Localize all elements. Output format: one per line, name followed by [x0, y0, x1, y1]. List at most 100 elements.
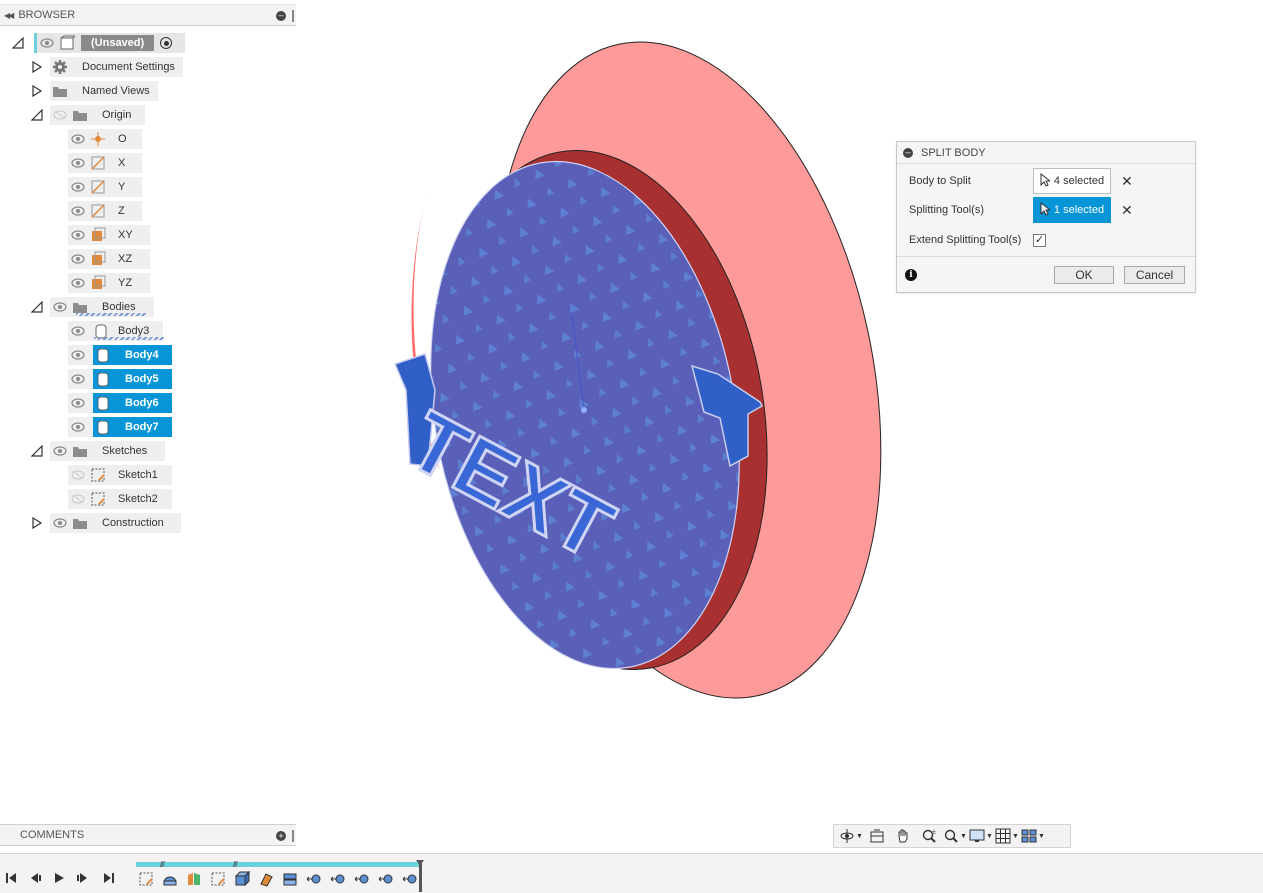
body-to-split-selector[interactable]: 4 selected — [1033, 168, 1111, 194]
eye-icon[interactable] — [37, 33, 57, 53]
tree-item-label: X — [118, 157, 126, 169]
move-feature-icon[interactable] — [401, 870, 419, 888]
tree-item-bodies[interactable]: Bodies — [50, 297, 154, 317]
eye-icon[interactable] — [50, 513, 70, 533]
eye-hidden-icon[interactable] — [68, 465, 88, 485]
panel-grip-icon[interactable] — [292, 830, 294, 842]
model-viewport[interactable]: TEXT — [300, 30, 900, 720]
look-at-icon[interactable] — [864, 826, 890, 846]
step-forward-icon[interactable] — [75, 870, 91, 886]
collapse-triangle-icon[interactable] — [31, 301, 43, 313]
tree-item-body4[interactable]: Body4 — [68, 345, 172, 365]
tree-item-origin-point[interactable]: O — [68, 129, 142, 149]
selection-highlight: Body7 — [93, 417, 172, 437]
root-label: (Unsaved) — [81, 35, 155, 51]
eye-icon[interactable] — [68, 369, 88, 389]
go-to-start-icon[interactable] — [3, 870, 19, 886]
axis-icon — [88, 153, 108, 173]
sketch-feature-icon[interactable] — [209, 870, 227, 888]
eye-icon[interactable] — [68, 345, 88, 365]
viewports-icon[interactable]: ▼ — [1020, 826, 1046, 846]
eye-icon[interactable] — [68, 273, 88, 293]
shell-feature-icon[interactable] — [281, 870, 299, 888]
move-feature-icon[interactable] — [305, 870, 323, 888]
collapse-triangle-icon[interactable] — [12, 37, 24, 49]
tree-item-document-settings[interactable]: Document Settings — [50, 57, 183, 77]
sketch-feature-icon[interactable] — [137, 870, 155, 888]
tree-item-label: YZ — [118, 277, 133, 289]
collapse-triangle-icon[interactable] — [31, 109, 43, 121]
zoom-window-icon[interactable]: ▼ — [942, 826, 968, 846]
tree-item-plane-yz[interactable]: YZ — [68, 273, 150, 293]
tree-item-plane-xz[interactable]: XZ — [68, 249, 150, 269]
cancel-button[interactable]: Cancel — [1124, 266, 1185, 284]
tree-item-body6[interactable]: Body6 — [68, 393, 172, 413]
collapse-triangle-icon[interactable] — [31, 445, 43, 457]
eye-icon[interactable] — [68, 417, 88, 437]
origin-point-icon — [88, 129, 108, 149]
panel-grip-icon[interactable] — [292, 10, 294, 22]
info-icon[interactable]: i — [905, 269, 917, 281]
tree-item-axis-x[interactable]: X — [68, 153, 142, 173]
eye-icon[interactable] — [68, 321, 88, 341]
tree-item-body5[interactable]: Body5 — [68, 369, 172, 389]
extend-checkbox[interactable]: ✓ — [1033, 233, 1046, 247]
expand-triangle-icon[interactable] — [31, 85, 43, 97]
model-canvas[interactable]: TEXT — [300, 30, 900, 720]
move-feature-icon[interactable] — [329, 870, 347, 888]
timeline-marker[interactable] — [416, 860, 424, 892]
eye-icon[interactable] — [68, 153, 88, 173]
tree-item-named-views[interactable]: Named Views — [50, 81, 158, 101]
collapse-panel-icon[interactable]: ◀◀ — [4, 11, 14, 20]
tree-root-unsaved[interactable]: (Unsaved) — [34, 33, 185, 53]
tree-item-sketches[interactable]: Sketches — [50, 441, 165, 461]
activate-radio-icon[interactable] — [160, 37, 173, 49]
clear-selection-icon[interactable]: ✕ — [1121, 173, 1133, 190]
expand-triangle-icon[interactable] — [31, 517, 43, 529]
split-body-feature-icon[interactable] — [257, 870, 275, 888]
move-feature-icon[interactable] — [377, 870, 395, 888]
timeline-track[interactable] — [136, 862, 419, 867]
clear-selection-icon[interactable]: ✕ — [1121, 202, 1133, 219]
revolve-feature-icon[interactable] — [161, 870, 179, 888]
ok-button[interactable]: OK — [1054, 266, 1114, 284]
expand-triangle-icon[interactable] — [31, 61, 43, 73]
orbit-icon[interactable]: ▼ — [838, 826, 864, 846]
eye-icon[interactable] — [68, 177, 88, 197]
eye-hidden-icon[interactable] — [68, 489, 88, 509]
eye-icon[interactable] — [68, 225, 88, 245]
tree-item-axis-y[interactable]: Y — [68, 177, 142, 197]
play-icon[interactable] — [51, 870, 67, 886]
tree-item-plane-xy[interactable]: XY — [68, 225, 150, 245]
grid-settings-icon[interactable]: ▼ — [994, 826, 1020, 846]
minimize-icon[interactable]: – — [276, 11, 286, 21]
display-settings-icon[interactable]: ▼ — [968, 826, 994, 846]
split-feature-icon[interactable] — [185, 870, 203, 888]
splitting-tool-selector[interactable]: 1 selected — [1033, 197, 1111, 223]
tree-item-construction[interactable]: Construction — [50, 513, 181, 533]
step-back-icon[interactable] — [27, 870, 43, 886]
tree-item-label: Body5 — [125, 373, 159, 385]
tree-item-body7[interactable]: Body7 — [68, 417, 172, 437]
add-comment-icon[interactable]: + — [276, 831, 286, 841]
tree-item-origin[interactable]: Origin — [50, 105, 145, 125]
eye-icon[interactable] — [68, 201, 88, 221]
hatch-indicator — [94, 337, 164, 340]
tree-item-sketch1[interactable]: Sketch1 — [68, 465, 172, 485]
minimize-icon[interactable]: – — [903, 147, 913, 158]
tree-item-sketch2[interactable]: Sketch2 — [68, 489, 172, 509]
tree-item-axis-z[interactable]: Z — [68, 201, 142, 221]
comments-panel[interactable]: COMMENTS + — [0, 824, 296, 846]
eye-icon[interactable] — [50, 297, 70, 317]
tree-item-body3[interactable]: Body3 — [68, 321, 164, 341]
eye-icon[interactable] — [68, 393, 88, 413]
go-to-end-icon[interactable] — [101, 870, 117, 886]
eye-icon[interactable] — [68, 129, 88, 149]
eye-icon[interactable] — [68, 249, 88, 269]
extrude-feature-icon[interactable] — [233, 870, 251, 888]
pan-icon[interactable] — [890, 826, 916, 846]
eye-hidden-icon[interactable] — [50, 105, 70, 125]
eye-icon[interactable] — [50, 441, 70, 461]
move-feature-icon[interactable] — [353, 870, 371, 888]
zoom-icon[interactable]: ± — [916, 826, 942, 846]
